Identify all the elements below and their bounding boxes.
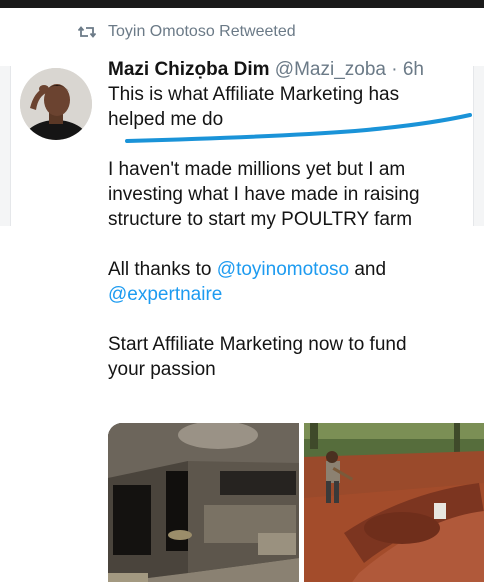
tweet-text-line: I haven't made millions yet but I am <box>108 159 406 180</box>
avatar[interactable] <box>20 68 92 140</box>
retweet-indicator[interactable]: Toyin Omotoso Retweeted <box>78 21 296 43</box>
tweet-text-line: All thanks to @toyinomotoso and <box>108 257 468 282</box>
highlight-underline <box>125 113 472 143</box>
tweet-text-line: @expertnaire <box>108 282 468 307</box>
room-interior-photo[interactable] <box>108 423 299 582</box>
display-name[interactable]: Mazi Chizọba Dim <box>108 59 270 80</box>
handle[interactable]: @Mazi_zoba <box>275 59 386 80</box>
tweet-text-line: your passion <box>108 359 216 380</box>
tweet-text-line: Start Affiliate Marketing now to fund <box>108 334 407 355</box>
tweet-card[interactable]: Toyin Omotoso Retweeted Mazi Chizọba Dim… <box>0 8 484 582</box>
tweet-text-line: This is what Affiliate Marketing has <box>108 84 400 105</box>
mention-expertnaire[interactable]: @expertnaire <box>108 284 222 305</box>
farm-construction-photo[interactable] <box>304 423 484 582</box>
tweet-header: Mazi Chizọba Dim @Mazi_zoba · 6h <box>108 57 468 82</box>
previous-card-edge <box>0 66 11 226</box>
tweet-text-line: investing what I have made in raising <box>108 184 420 205</box>
thanks-text: All thanks to <box>108 259 217 280</box>
mention-toyinomotoso[interactable]: @toyinomotoso <box>217 259 349 280</box>
tweet-text-line: structure to start my POULTRY farm <box>108 209 413 230</box>
tweet-media[interactable] <box>108 423 484 582</box>
separator: · <box>391 59 398 80</box>
retweet-text: Toyin Omotoso Retweeted <box>108 23 296 40</box>
retweet-icon <box>78 25 96 39</box>
timestamp[interactable]: 6h <box>403 59 424 80</box>
tweet-content: Mazi Chizọba Dim @Mazi_zoba · 6h This is… <box>108 57 468 382</box>
and-text: and <box>349 259 387 280</box>
